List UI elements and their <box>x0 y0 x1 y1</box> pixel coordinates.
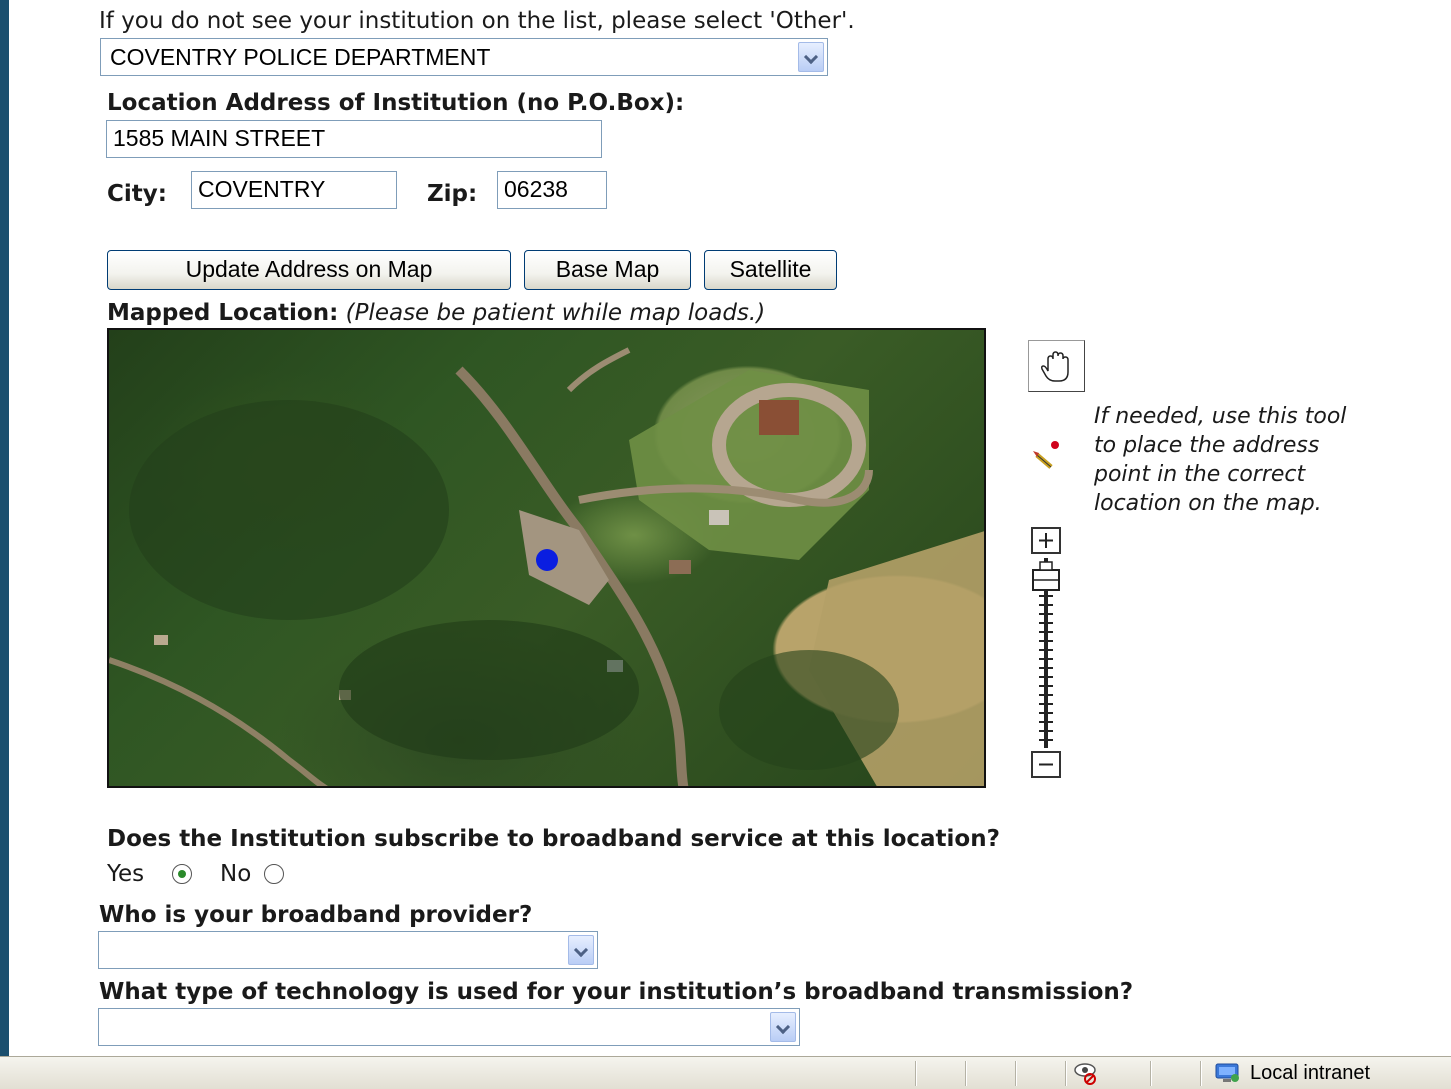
chevron-down-icon[interactable] <box>568 935 594 965</box>
status-divider <box>1150 1061 1152 1086</box>
page: If you do not see your institution on th… <box>9 0 1451 1056</box>
yes-label: Yes <box>107 861 145 887</box>
mapped-location-label: Mapped Location: <box>107 300 339 326</box>
provider-select[interactable] <box>98 931 598 969</box>
no-radio[interactable] <box>264 864 284 884</box>
city-field[interactable]: COVENTRY <box>191 171 397 209</box>
privacy-icon[interactable] <box>1073 1061 1099 1085</box>
institution-select[interactable]: COVENTRY POLICE DEPARTMENT <box>100 38 828 76</box>
update-address-button[interactable]: Update Address on Map <box>107 250 511 290</box>
institution-select-value: COVENTRY POLICE DEPARTMENT <box>110 44 491 70</box>
technology-select[interactable] <box>98 1008 800 1046</box>
mapped-location-note: (Please be patient while map loads.) <box>345 300 766 326</box>
chevron-down-icon[interactable] <box>770 1012 796 1042</box>
address-field[interactable]: 1585 MAIN STREET <box>106 120 602 158</box>
hand-icon[interactable] <box>1028 340 1085 392</box>
yes-radio[interactable] <box>172 864 192 884</box>
plus-icon[interactable] <box>1031 527 1061 554</box>
tool-help-line-3: point in the correct <box>1094 462 1306 487</box>
technology-question: What type of technology is used for your… <box>99 979 1134 1005</box>
status-divider <box>1065 1061 1067 1086</box>
tool-help-line-4: location on the map. <box>1094 491 1322 516</box>
base-map-button[interactable]: Base Map <box>524 250 691 290</box>
tool-help-text: If needed, use this tool to place the ad… <box>1094 402 1346 518</box>
zone-label: Local intranet <box>1250 1062 1371 1084</box>
city-label: City: <box>107 181 167 207</box>
provider-question: Who is your broadband provider? <box>99 902 533 928</box>
chevron-down-icon[interactable] <box>798 42 824 72</box>
status-divider <box>1200 1061 1202 1086</box>
zip-field[interactable]: 06238 <box>497 171 607 209</box>
no-label: No <box>220 861 252 887</box>
satellite-button[interactable]: Satellite <box>704 250 837 290</box>
status-divider <box>1015 1061 1017 1086</box>
address-marker[interactable] <box>536 549 558 571</box>
tool-help-line-1: If needed, use this tool <box>1094 404 1347 429</box>
zoom-slider[interactable] <box>1031 558 1061 748</box>
tool-help-line-2: to place the address <box>1094 433 1320 458</box>
status-bar: Local intranet <box>0 1056 1451 1089</box>
map-imagery <box>109 347 984 786</box>
mapped-location-heading: Mapped Location: (Please be patient whil… <box>107 300 765 326</box>
status-divider <box>965 1061 967 1086</box>
satellite-map[interactable] <box>107 328 986 788</box>
address-label: Location Address of Institution (no P.O.… <box>107 90 685 116</box>
status-divider <box>915 1061 917 1086</box>
broadband-question: Does the Institution subscribe to broadb… <box>107 826 1000 852</box>
pencil-point-icon[interactable] <box>1029 435 1069 475</box>
zip-label: Zip: <box>427 181 478 207</box>
local-intranet-icon <box>1213 1061 1243 1085</box>
minus-icon[interactable] <box>1031 751 1061 778</box>
institution-hint: If you do not see your institution on th… <box>99 8 855 34</box>
